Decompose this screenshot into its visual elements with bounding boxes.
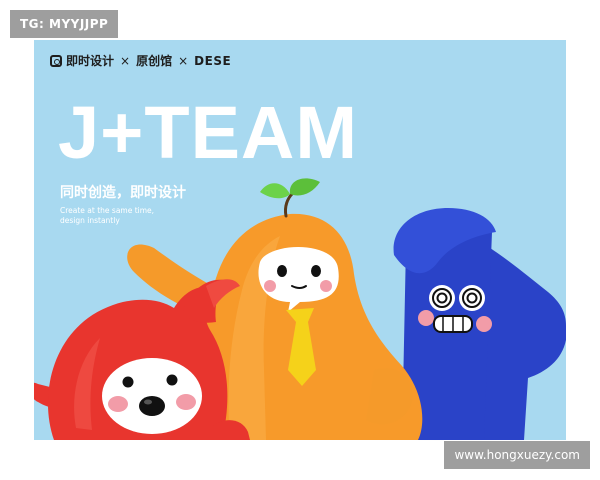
watermark-tag-top: TG: MYYJJPP bbox=[10, 10, 119, 38]
red-mascot-face bbox=[102, 358, 202, 434]
poster-image: 即时设计 × 原创馆 × DESE J+TEAM 同时创造，即时设计 Creat… bbox=[34, 40, 566, 440]
watermark-tag-bottom: www.hongxuezy.com bbox=[444, 441, 590, 469]
mascots-illustration bbox=[34, 178, 566, 440]
page: 即时设计 × 原创馆 × DESE J+TEAM 同时创造，即时设计 Creat… bbox=[0, 0, 600, 480]
